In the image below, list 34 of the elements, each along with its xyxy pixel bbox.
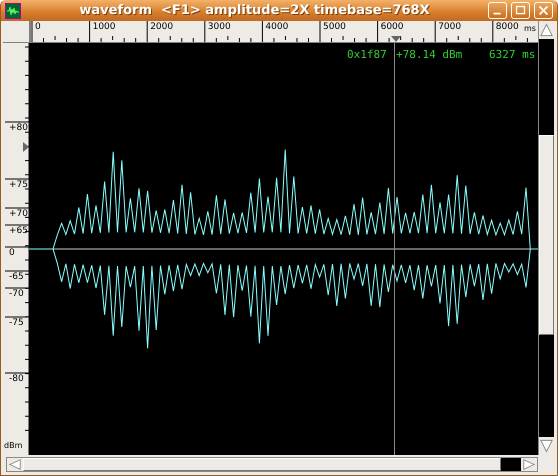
time-label: 0 xyxy=(35,22,41,32)
time-label: 2000 xyxy=(150,22,174,32)
horizontal-scrollbar-thumb[interactable] xyxy=(23,458,501,471)
app-icon xyxy=(5,2,21,18)
level-label: +70 xyxy=(9,209,28,219)
time-label: 8000 xyxy=(496,22,519,32)
level-label: +75 xyxy=(9,180,28,190)
minimize-button[interactable] xyxy=(488,2,507,19)
level-label: +80 xyxy=(9,123,28,133)
level-label: 0 xyxy=(9,248,15,258)
scroll-left-icon[interactable] xyxy=(7,458,23,471)
level-label: -65 xyxy=(9,272,24,282)
level-label: -80 xyxy=(9,374,24,384)
time-label: 3000 xyxy=(208,22,231,32)
close-button[interactable] xyxy=(534,2,553,19)
time-readout: 6327 ms xyxy=(489,48,536,61)
maximize-button[interactable] xyxy=(511,2,530,19)
sample-readout: 0x1f87 xyxy=(347,48,387,61)
time-label: 5000 xyxy=(323,22,346,32)
scroll-down-icon[interactable] xyxy=(539,437,554,455)
unit-label: dBm xyxy=(4,441,22,451)
level-label: +65 xyxy=(9,226,28,236)
window-title: waveform <F1> amplitude=2X timebase=768X xyxy=(78,3,431,18)
unit-label: ms xyxy=(524,24,536,33)
vertical-scrollbar-thumb[interactable] xyxy=(539,135,554,335)
level-label: -70 xyxy=(9,289,24,299)
scroll-up-icon[interactable] xyxy=(539,21,554,39)
time-label: 4000 xyxy=(265,22,288,32)
level-readout: +78.14 dBm xyxy=(396,48,462,61)
time-label: 6000 xyxy=(380,22,404,32)
scroll-right-icon[interactable] xyxy=(521,458,537,471)
time-label: 1000 xyxy=(92,22,116,32)
level-label: -75 xyxy=(9,318,24,328)
time-label: 7000 xyxy=(438,22,462,32)
